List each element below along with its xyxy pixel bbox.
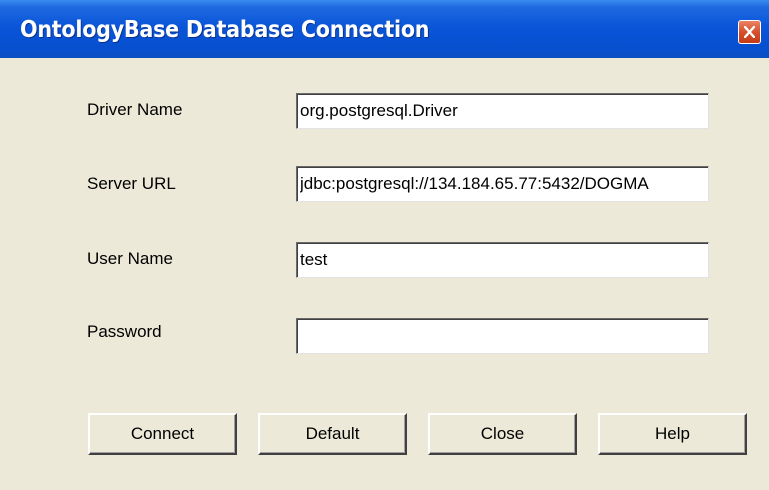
password-label: Password <box>87 322 162 341</box>
window-close-button[interactable] <box>738 20 761 44</box>
password-field[interactable] <box>296 318 709 354</box>
title-bar[interactable]: OntologyBase Database Connection <box>0 0 769 58</box>
user-name-field[interactable] <box>296 242 709 278</box>
close-button[interactable]: Close <box>428 413 577 455</box>
server-url-field[interactable] <box>296 166 709 202</box>
user-name-label: User Name <box>87 249 173 268</box>
driver-name-label: Driver Name <box>87 100 183 119</box>
close-icon <box>744 26 755 38</box>
connection-dialog: OntologyBase Database Connection Driver … <box>0 0 769 490</box>
help-button[interactable]: Help <box>598 413 747 455</box>
driver-name-field[interactable] <box>296 93 709 129</box>
server-url-label: Server URL <box>87 174 176 193</box>
window-title: OntologyBase Database Connection <box>20 17 430 43</box>
connect-button[interactable]: Connect <box>88 413 237 455</box>
default-button[interactable]: Default <box>258 413 407 455</box>
